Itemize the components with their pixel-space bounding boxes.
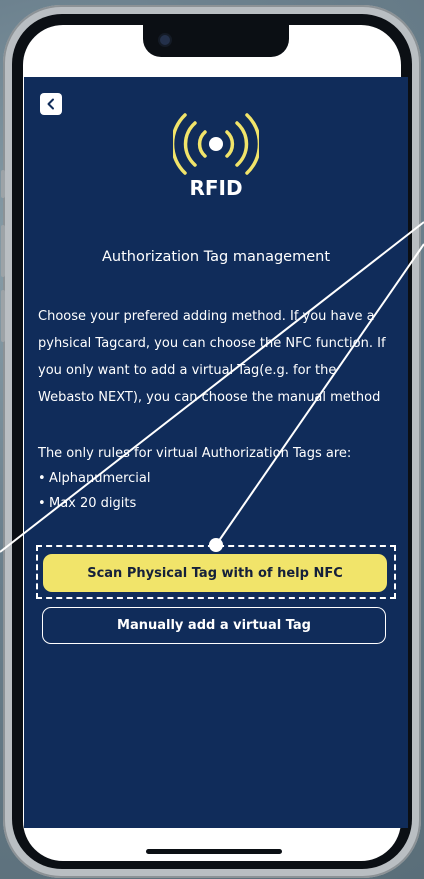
annotation-line xyxy=(0,221,424,553)
annotation-line xyxy=(215,243,424,546)
annotation-overlay xyxy=(0,221,424,553)
annotation-point xyxy=(209,538,223,552)
